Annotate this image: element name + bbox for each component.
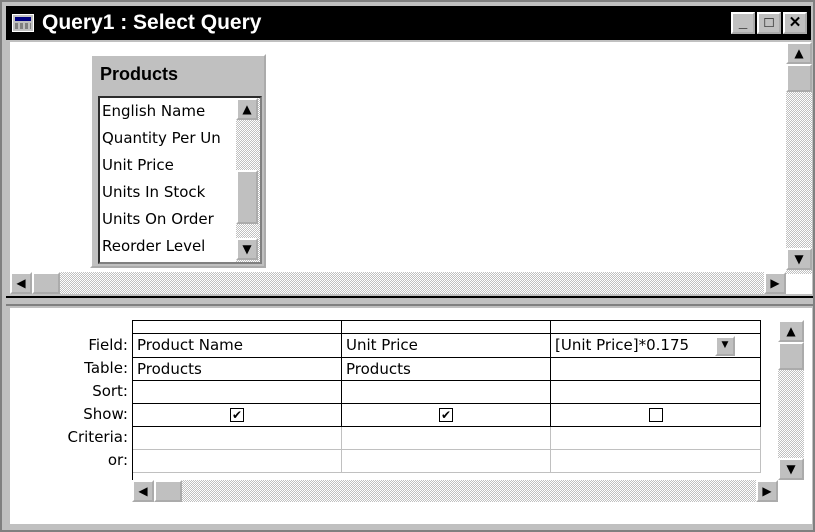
design-grid-pane: Field: Table: Sort: Show: Criteria: or: … <box>10 308 812 524</box>
window-title: Query1 : Select Query <box>42 11 262 34</box>
show-checkbox[interactable] <box>649 408 663 422</box>
maximize-button[interactable]: □ <box>757 12 781 34</box>
scroll-up-arrow-icon[interactable]: ▲ <box>778 320 804 342</box>
scroll-thumb[interactable] <box>154 480 182 502</box>
field-list-scrollbar[interactable]: ▲ ▼ <box>236 98 260 262</box>
or-cell[interactable] <box>551 450 761 473</box>
or-cell[interactable] <box>133 450 342 473</box>
column-selector[interactable] <box>133 320 342 333</box>
scroll-thumb[interactable] <box>32 272 60 294</box>
scroll-left-arrow-icon[interactable]: ◀ <box>10 272 32 294</box>
close-button[interactable]: ✕ <box>783 12 807 34</box>
scroll-thumb[interactable] <box>778 342 804 370</box>
row-label-or: or: <box>107 451 128 469</box>
scroll-thumb[interactable] <box>786 64 812 92</box>
pane-splitter[interactable] <box>6 296 813 306</box>
table-cell[interactable] <box>551 358 761 381</box>
field-dropdown-icon[interactable]: ▼ <box>715 336 735 356</box>
field-list-item[interactable]: English Name <box>100 98 234 125</box>
scroll-down-arrow-icon[interactable]: ▼ <box>778 458 804 480</box>
scroll-up-arrow-icon[interactable]: ▲ <box>786 42 812 64</box>
scroll-thumb[interactable] <box>236 170 258 224</box>
table-pane[interactable]: Products English Name Quantity Per Un Un… <box>10 42 812 294</box>
scroll-up-arrow-icon[interactable]: ▲ <box>236 98 258 120</box>
upper-horizontal-scrollbar[interactable]: ◀ ▶ <box>10 272 786 294</box>
minimize-button[interactable]: _ <box>731 12 755 34</box>
field-list-item[interactable]: Unit Price <box>100 152 234 179</box>
field-list-item[interactable]: Quantity Per Un <box>100 125 234 152</box>
query-design-grid[interactable]: Product Name Unit Price [Unit Price]*0.1… <box>132 320 761 480</box>
query-icon[interactable] <box>12 14 34 32</box>
window-controls: _ □ ✕ <box>731 12 807 34</box>
row-label-criteria: Criteria: <box>67 428 129 446</box>
title-bar[interactable]: Query1 : Select Query _ □ ✕ <box>6 6 811 40</box>
grid-vertical-scrollbar[interactable]: ▲ ▼ <box>778 320 804 480</box>
column-selector[interactable] <box>342 320 551 333</box>
table-cell[interactable]: Products <box>133 358 342 381</box>
criteria-cell[interactable] <box>133 427 342 450</box>
criteria-cell[interactable] <box>342 427 551 450</box>
field-list-item[interactable]: Units On Order <box>100 206 234 233</box>
criteria-cell[interactable] <box>551 427 761 450</box>
table-cell[interactable]: Products <box>342 358 551 381</box>
field-list-item[interactable]: Units In Stock <box>100 179 234 206</box>
sort-cell[interactable] <box>342 381 551 404</box>
scroll-down-arrow-icon[interactable]: ▼ <box>786 248 812 270</box>
field-list-item[interactable]: Reorder Level <box>100 233 234 260</box>
scroll-down-arrow-icon[interactable]: ▼ <box>236 238 258 260</box>
products-field-list-window[interactable]: Products English Name Quantity Per Un Un… <box>90 54 266 268</box>
row-label-field: Field: <box>88 336 128 354</box>
show-checkbox[interactable]: ✔ <box>439 408 453 422</box>
field-cell[interactable]: Unit Price <box>342 334 551 357</box>
column-selector[interactable] <box>551 320 761 333</box>
scroll-right-arrow-icon[interactable]: ▶ <box>756 480 778 502</box>
sort-cell[interactable] <box>133 381 342 404</box>
table-title: Products <box>100 64 179 84</box>
show-checkbox[interactable]: ✔ <box>230 408 244 422</box>
row-label-show: Show: <box>83 405 128 423</box>
sort-cell[interactable] <box>551 381 761 404</box>
field-cell[interactable]: Product Name <box>133 334 342 357</box>
scroll-left-arrow-icon[interactable]: ◀ <box>132 480 154 502</box>
upper-vertical-scrollbar[interactable]: ▲ ▼ <box>786 42 812 274</box>
row-label-table: Table: <box>84 359 128 377</box>
query-window: Query1 : Select Query _ □ ✕ Products Eng… <box>0 0 815 532</box>
row-label-sort: Sort: <box>92 382 128 400</box>
field-list[interactable]: English Name Quantity Per Un Unit Price … <box>98 96 262 264</box>
or-cell[interactable] <box>342 450 551 473</box>
scroll-right-arrow-icon[interactable]: ▶ <box>764 272 786 294</box>
grid-horizontal-scrollbar[interactable]: ◀ ▶ <box>132 480 778 502</box>
